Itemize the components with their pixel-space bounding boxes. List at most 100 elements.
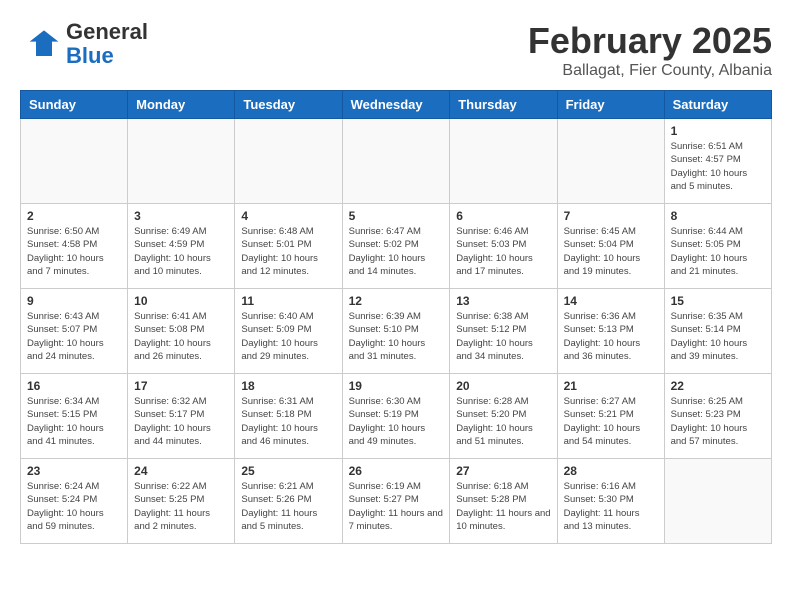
day-info: Sunrise: 6:27 AM Sunset: 5:21 PM Dayligh… xyxy=(564,395,658,448)
calendar-cell: 1 Sunrise: 6:51 AM Sunset: 4:57 PM Daylig… xyxy=(664,119,771,204)
title-section: February 2025 Ballagat, Fier County, Alb… xyxy=(528,20,772,80)
day-number: 27 xyxy=(456,464,550,478)
day-number: 16 xyxy=(27,379,121,393)
day-info: Sunrise: 6:21 AM Sunset: 5:26 PM Dayligh… xyxy=(241,480,335,533)
day-info: Sunrise: 6:24 AM Sunset: 5:24 PM Dayligh… xyxy=(27,480,121,533)
calendar-cell: 24 Sunrise: 6:22 AM Sunset: 5:25 PM Dayli… xyxy=(128,459,235,544)
calendar-cell: 8 Sunrise: 6:44 AM Sunset: 5:05 PM Daylig… xyxy=(664,204,771,289)
day-info: Sunrise: 6:46 AM Sunset: 5:03 PM Dayligh… xyxy=(456,225,550,278)
day-info: Sunrise: 6:18 AM Sunset: 5:28 PM Dayligh… xyxy=(456,480,550,533)
day-info: Sunrise: 6:47 AM Sunset: 5:02 PM Dayligh… xyxy=(349,225,444,278)
calendar-cell: 12 Sunrise: 6:39 AM Sunset: 5:10 PM Dayli… xyxy=(342,289,450,374)
day-info: Sunrise: 6:38 AM Sunset: 5:12 PM Dayligh… xyxy=(456,310,550,363)
day-info: Sunrise: 6:19 AM Sunset: 5:27 PM Dayligh… xyxy=(349,480,444,533)
day-number: 26 xyxy=(349,464,444,478)
calendar-cell xyxy=(128,119,235,204)
day-number: 19 xyxy=(349,379,444,393)
week-row-3: 9 Sunrise: 6:43 AM Sunset: 5:07 PM Daylig… xyxy=(21,289,772,374)
calendar-cell: 7 Sunrise: 6:45 AM Sunset: 5:04 PM Daylig… xyxy=(557,204,664,289)
day-info: Sunrise: 6:22 AM Sunset: 5:25 PM Dayligh… xyxy=(134,480,228,533)
week-row-5: 23 Sunrise: 6:24 AM Sunset: 5:24 PM Dayli… xyxy=(21,459,772,544)
weekday-header-wednesday: Wednesday xyxy=(342,91,450,119)
day-number: 3 xyxy=(134,209,228,223)
logo-blue: Blue xyxy=(66,44,148,68)
calendar-subtitle: Ballagat, Fier County, Albania xyxy=(528,62,772,80)
day-number: 12 xyxy=(349,294,444,308)
calendar-cell: 11 Sunrise: 6:40 AM Sunset: 5:09 PM Dayli… xyxy=(235,289,342,374)
calendar-cell xyxy=(342,119,450,204)
week-row-2: 2Sunrise: 6:50 AM Sunset: 4:58 PM Daylig… xyxy=(21,204,772,289)
day-info: Sunrise: 6:50 AM Sunset: 4:58 PM Dayligh… xyxy=(27,225,121,278)
week-row-1: 1 Sunrise: 6:51 AM Sunset: 4:57 PM Daylig… xyxy=(21,119,772,204)
day-number: 24 xyxy=(134,464,228,478)
day-number: 11 xyxy=(241,294,335,308)
day-number: 14 xyxy=(564,294,658,308)
calendar-cell xyxy=(235,119,342,204)
calendar-title: February 2025 xyxy=(528,20,772,62)
day-info: Sunrise: 6:16 AM Sunset: 5:30 PM Dayligh… xyxy=(564,480,658,533)
day-info: Sunrise: 6:31 AM Sunset: 5:18 PM Dayligh… xyxy=(241,395,335,448)
day-info: Sunrise: 6:48 AM Sunset: 5:01 PM Dayligh… xyxy=(241,225,335,278)
weekday-header-friday: Friday xyxy=(557,91,664,119)
calendar-table: SundayMondayTuesdayWednesdayThursdayFrid… xyxy=(20,90,772,544)
day-info: Sunrise: 6:36 AM Sunset: 5:13 PM Dayligh… xyxy=(564,310,658,363)
calendar-cell xyxy=(450,119,557,204)
day-number: 13 xyxy=(456,294,550,308)
calendar-cell: 6 Sunrise: 6:46 AM Sunset: 5:03 PM Daylig… xyxy=(450,204,557,289)
calendar-cell: 25 Sunrise: 6:21 AM Sunset: 5:26 PM Dayli… xyxy=(235,459,342,544)
weekday-header-tuesday: Tuesday xyxy=(235,91,342,119)
day-number: 1 xyxy=(671,124,765,138)
week-row-4: 16 Sunrise: 6:34 AM Sunset: 5:15 PM Dayli… xyxy=(21,374,772,459)
day-number: 25 xyxy=(241,464,335,478)
calendar-cell: 26 Sunrise: 6:19 AM Sunset: 5:27 PM Dayli… xyxy=(342,459,450,544)
day-number: 4 xyxy=(241,209,335,223)
calendar-cell xyxy=(21,119,128,204)
weekday-header-saturday: Saturday xyxy=(664,91,771,119)
weekday-header-sunday: Sunday xyxy=(21,91,128,119)
day-info: Sunrise: 6:34 AM Sunset: 5:15 PM Dayligh… xyxy=(27,395,121,448)
day-info: Sunrise: 6:43 AM Sunset: 5:07 PM Dayligh… xyxy=(27,310,121,363)
calendar-cell: 5Sunrise: 6:47 AM Sunset: 5:02 PM Daylig… xyxy=(342,204,450,289)
day-info: Sunrise: 6:51 AM Sunset: 4:57 PM Dayligh… xyxy=(671,140,765,193)
day-number: 6 xyxy=(456,209,550,223)
day-number: 17 xyxy=(134,379,228,393)
calendar-cell: 10 Sunrise: 6:41 AM Sunset: 5:08 PM Dayli… xyxy=(128,289,235,374)
day-info: Sunrise: 6:49 AM Sunset: 4:59 PM Dayligh… xyxy=(134,225,228,278)
day-number: 9 xyxy=(27,294,121,308)
day-info: Sunrise: 6:40 AM Sunset: 5:09 PM Dayligh… xyxy=(241,310,335,363)
calendar-cell: 19 Sunrise: 6:30 AM Sunset: 5:19 PM Dayli… xyxy=(342,374,450,459)
day-info: Sunrise: 6:45 AM Sunset: 5:04 PM Dayligh… xyxy=(564,225,658,278)
calendar-cell xyxy=(557,119,664,204)
logo: General Blue xyxy=(20,20,148,68)
calendar-cell: 2Sunrise: 6:50 AM Sunset: 4:58 PM Daylig… xyxy=(21,204,128,289)
day-number: 18 xyxy=(241,379,335,393)
calendar-cell: 14 Sunrise: 6:36 AM Sunset: 5:13 PM Dayli… xyxy=(557,289,664,374)
day-number: 8 xyxy=(671,209,765,223)
logo-text: General Blue xyxy=(66,20,148,68)
day-number: 28 xyxy=(564,464,658,478)
calendar-cell: 15Sunrise: 6:35 AM Sunset: 5:14 PM Dayli… xyxy=(664,289,771,374)
calendar-cell: 17 Sunrise: 6:32 AM Sunset: 5:17 PM Dayli… xyxy=(128,374,235,459)
calendar-cell: 18 Sunrise: 6:31 AM Sunset: 5:18 PM Dayli… xyxy=(235,374,342,459)
day-info: Sunrise: 6:44 AM Sunset: 5:05 PM Dayligh… xyxy=(671,225,765,278)
calendar-cell: 9 Sunrise: 6:43 AM Sunset: 5:07 PM Daylig… xyxy=(21,289,128,374)
day-info: Sunrise: 6:28 AM Sunset: 5:20 PM Dayligh… xyxy=(456,395,550,448)
day-info: Sunrise: 6:41 AM Sunset: 5:08 PM Dayligh… xyxy=(134,310,228,363)
weekday-header-row: SundayMondayTuesdayWednesdayThursdayFrid… xyxy=(21,91,772,119)
logo-icon xyxy=(20,24,60,64)
day-number: 23 xyxy=(27,464,121,478)
calendar-cell: 28 Sunrise: 6:16 AM Sunset: 5:30 PM Dayli… xyxy=(557,459,664,544)
day-info: Sunrise: 6:39 AM Sunset: 5:10 PM Dayligh… xyxy=(349,310,444,363)
calendar-cell: 21 Sunrise: 6:27 AM Sunset: 5:21 PM Dayli… xyxy=(557,374,664,459)
day-number: 7 xyxy=(564,209,658,223)
day-number: 15 xyxy=(671,294,765,308)
calendar-cell: 22Sunrise: 6:25 AM Sunset: 5:23 PM Dayli… xyxy=(664,374,771,459)
day-number: 10 xyxy=(134,294,228,308)
calendar-cell: 23 Sunrise: 6:24 AM Sunset: 5:24 PM Dayli… xyxy=(21,459,128,544)
day-info: Sunrise: 6:32 AM Sunset: 5:17 PM Dayligh… xyxy=(134,395,228,448)
weekday-header-monday: Monday xyxy=(128,91,235,119)
day-number: 21 xyxy=(564,379,658,393)
day-info: Sunrise: 6:30 AM Sunset: 5:19 PM Dayligh… xyxy=(349,395,444,448)
calendar-cell: 3 Sunrise: 6:49 AM Sunset: 4:59 PM Daylig… xyxy=(128,204,235,289)
calendar-cell: 16 Sunrise: 6:34 AM Sunset: 5:15 PM Dayli… xyxy=(21,374,128,459)
